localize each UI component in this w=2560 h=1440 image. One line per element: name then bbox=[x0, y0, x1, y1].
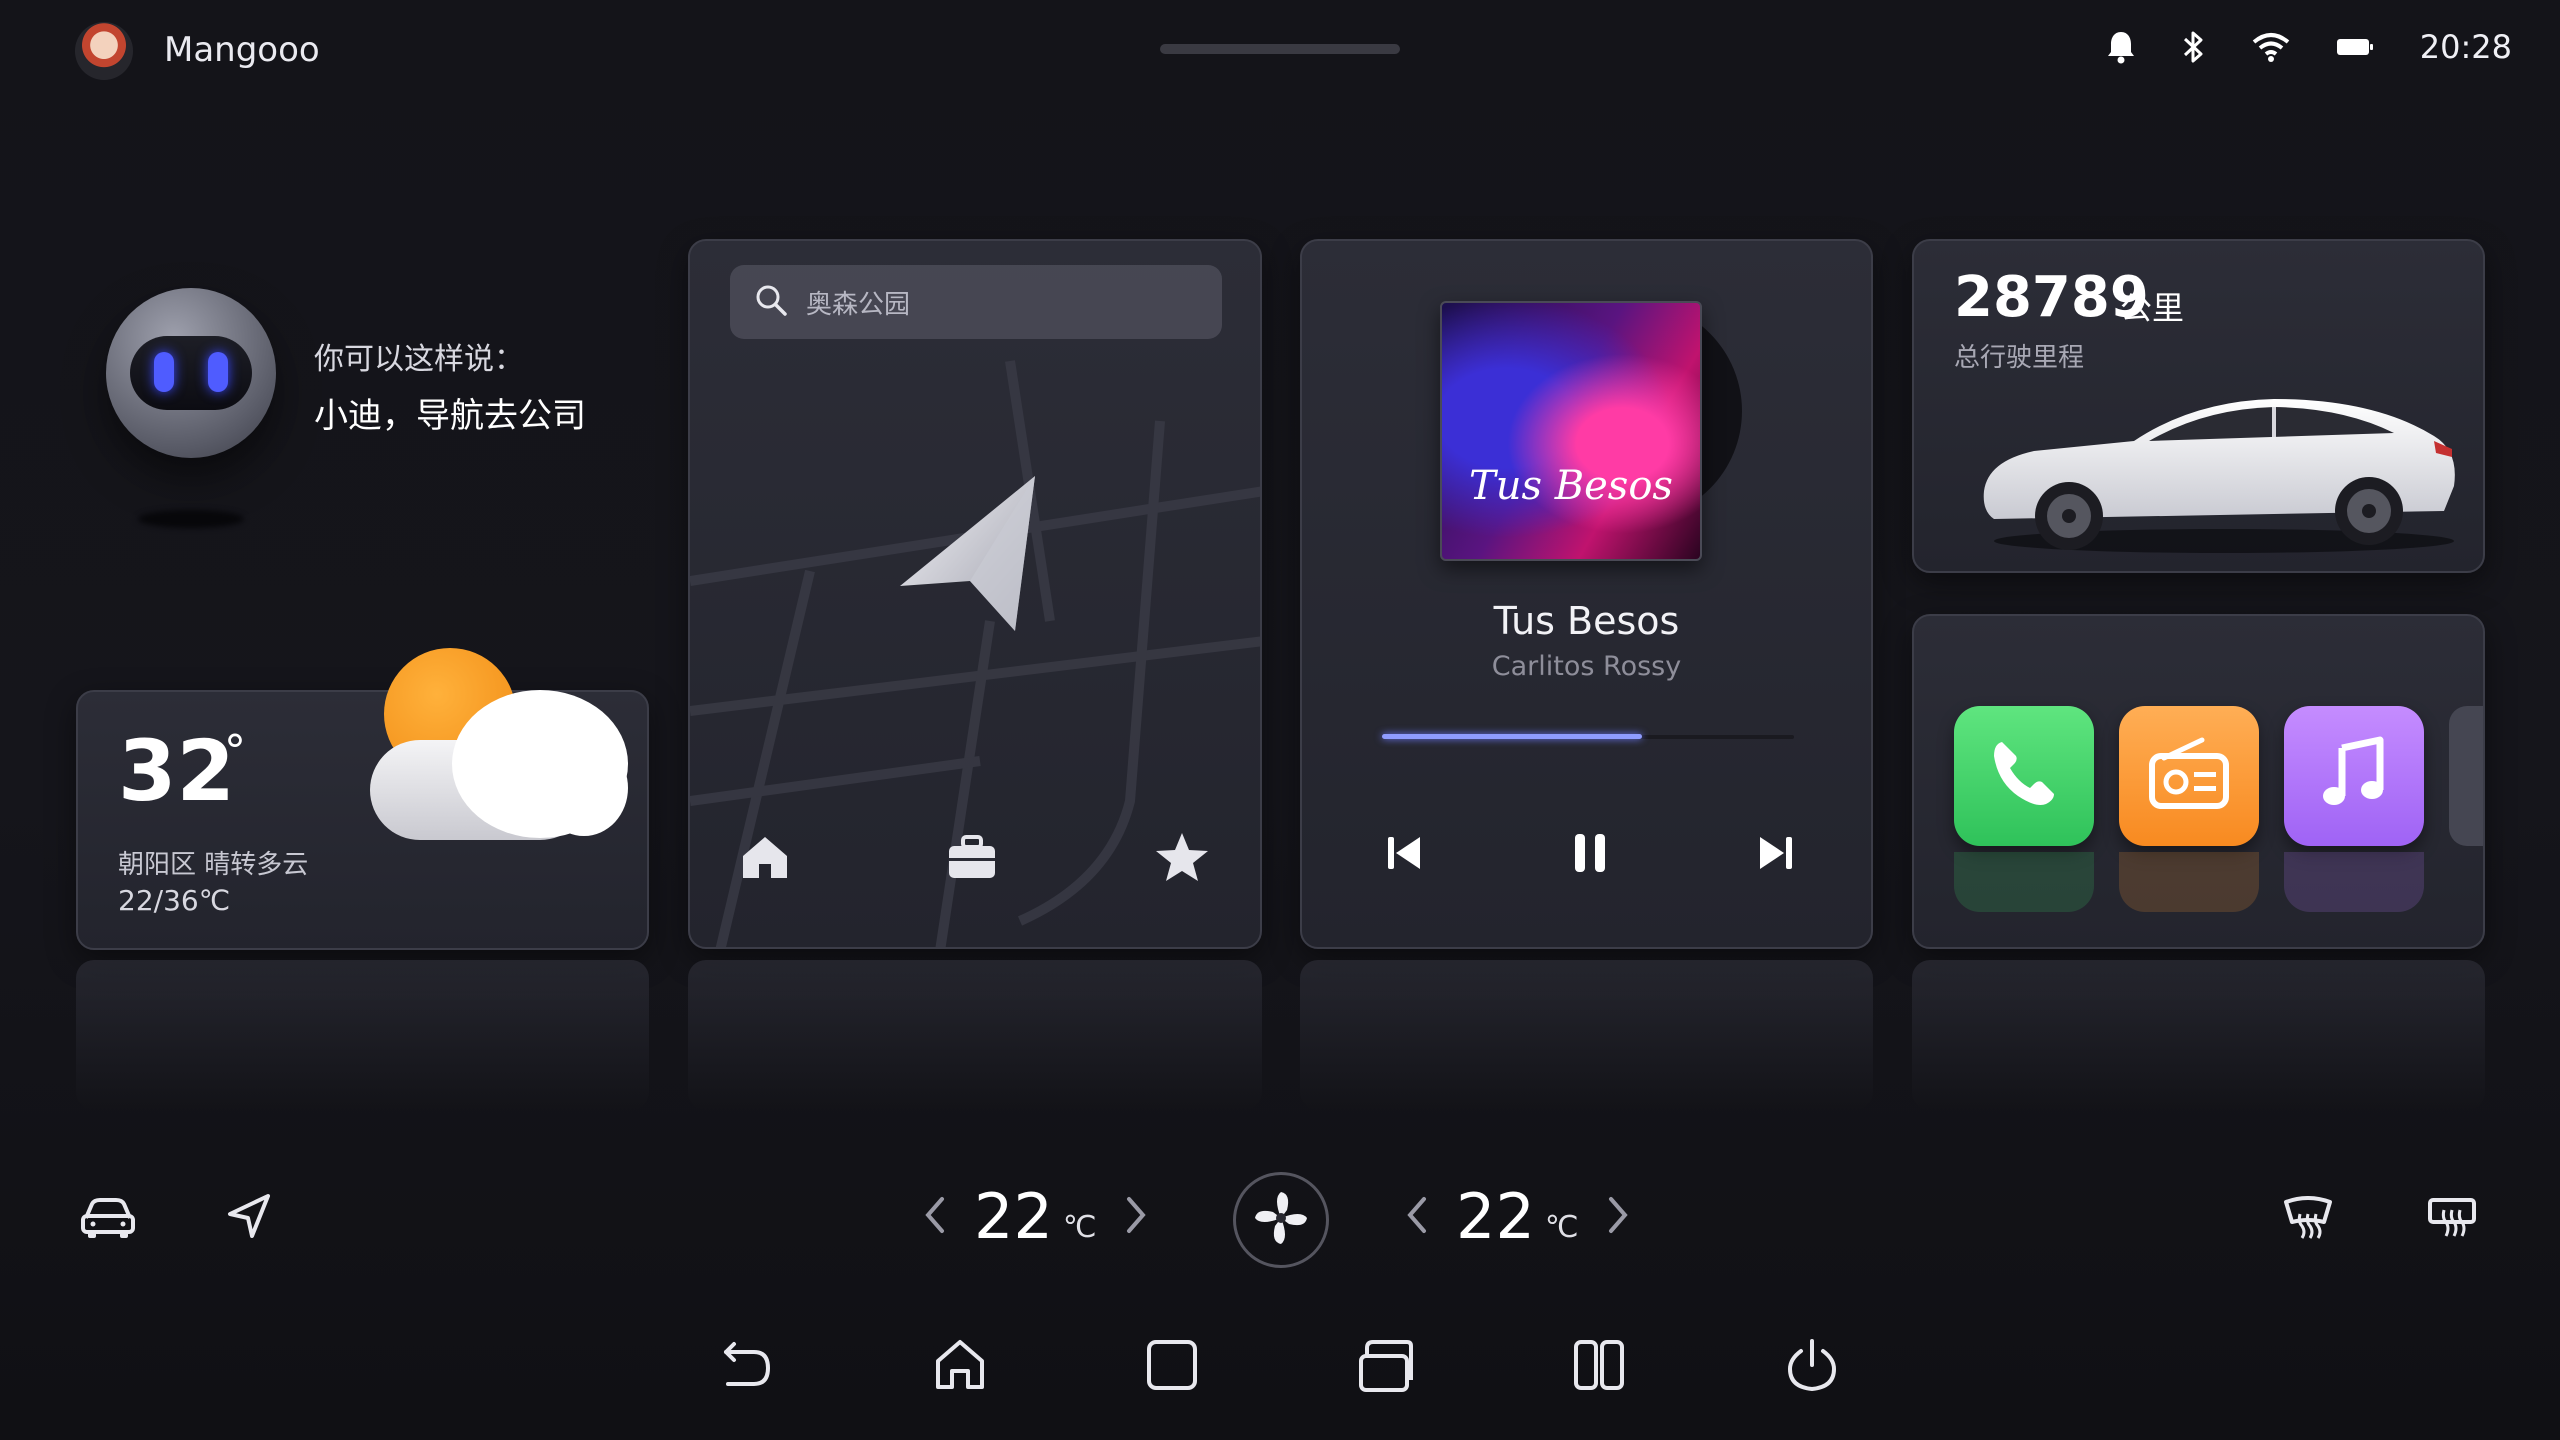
song-artist: Carlitos Rossy bbox=[1491, 651, 1682, 682]
music-card-reflection bbox=[1300, 960, 1873, 1110]
navigation-icon[interactable] bbox=[226, 1192, 274, 1244]
music-app-reflection bbox=[2284, 852, 2424, 912]
next-app-peek[interactable] bbox=[2449, 706, 2483, 846]
right-temp-value: 22 bbox=[1456, 1180, 1535, 1253]
odometer-unit: 公里 bbox=[2120, 289, 2185, 327]
next-icon[interactable] bbox=[1756, 833, 1796, 877]
robot-eye-right bbox=[208, 352, 228, 392]
home-icon[interactable] bbox=[740, 834, 790, 884]
phone-app[interactable] bbox=[1954, 706, 2094, 846]
apps-card-reflection bbox=[1912, 960, 2485, 1110]
user-name: Mangooo bbox=[164, 30, 320, 70]
back-icon[interactable] bbox=[720, 1338, 774, 1396]
right-temp-unit: ℃ bbox=[1544, 1210, 1579, 1245]
car-image bbox=[1983, 399, 2455, 553]
home-nav-icon[interactable] bbox=[932, 1337, 988, 1397]
robot-shadow bbox=[138, 510, 244, 528]
voice-assistant-avatar[interactable] bbox=[106, 288, 276, 458]
briefcase-icon[interactable] bbox=[946, 834, 998, 884]
left-temp-increase-icon[interactable] bbox=[1123, 1195, 1149, 1239]
navigation-arrow-icon bbox=[890, 471, 1060, 645]
left-temp-unit: ℃ bbox=[1062, 1210, 1097, 1245]
search-icon bbox=[754, 283, 788, 321]
weather-description: 朝阳区 晴转多云 bbox=[118, 850, 309, 880]
pause-icon[interactable] bbox=[1570, 831, 1610, 879]
left-temp-value: 22 bbox=[974, 1180, 1053, 1253]
weather-temperature: 32 bbox=[118, 722, 235, 820]
right-temp-increase-icon[interactable] bbox=[1605, 1195, 1631, 1239]
navigation-card-reflection bbox=[688, 960, 1262, 1110]
split-screen-icon[interactable] bbox=[1572, 1338, 1626, 1396]
assistant-command: 小迪，导航去公司 bbox=[314, 396, 586, 436]
radio-app-reflection bbox=[2119, 852, 2259, 912]
system-nav-bar bbox=[720, 1336, 1840, 1398]
phone-app-reflection bbox=[1954, 852, 2094, 912]
navigation-card[interactable]: 奥森公园 bbox=[688, 239, 1262, 949]
odometer-label: 总行驶里程 bbox=[1954, 343, 2085, 373]
power-icon[interactable] bbox=[1784, 1337, 1840, 1397]
apps-card bbox=[1912, 614, 2485, 949]
drag-handle[interactable] bbox=[1160, 44, 1400, 54]
status-icons: 20:28 bbox=[2106, 28, 2512, 66]
nav-shortcuts bbox=[740, 831, 1210, 887]
weather-degree: ° bbox=[224, 726, 246, 777]
search-input[interactable]: 奥森公园 bbox=[806, 284, 910, 321]
phone-icon bbox=[1984, 734, 2064, 818]
weather-range: 22/36℃ bbox=[118, 884, 231, 917]
recent-apps-icon[interactable] bbox=[1357, 1336, 1415, 1398]
playback-progress-fill bbox=[1382, 734, 1642, 739]
fan-button[interactable] bbox=[1233, 1172, 1329, 1268]
overview-icon[interactable] bbox=[1145, 1338, 1199, 1396]
nav-search-bar[interactable]: 奥森公园 bbox=[730, 265, 1222, 339]
previous-icon[interactable] bbox=[1384, 833, 1424, 877]
left-temp-decrease-icon[interactable] bbox=[922, 1195, 948, 1239]
user-avatar[interactable] bbox=[75, 22, 133, 80]
battery-icon bbox=[2336, 36, 2374, 58]
car-icon[interactable] bbox=[80, 1196, 136, 1244]
weather-card-reflection bbox=[76, 960, 649, 1110]
right-temperature-control: 22 ℃ bbox=[1404, 1180, 1631, 1253]
rear-defrost-icon[interactable] bbox=[2426, 1196, 2478, 1244]
playback-progress[interactable] bbox=[1382, 734, 1794, 739]
right-temp-decrease-icon[interactable] bbox=[1404, 1195, 1430, 1239]
star-icon[interactable] bbox=[1154, 831, 1210, 887]
front-defrost-icon[interactable] bbox=[2282, 1196, 2334, 1244]
radio-app[interactable] bbox=[2119, 706, 2259, 846]
album-cover-text: Tus Besos bbox=[1469, 463, 1673, 509]
radio-icon bbox=[2144, 734, 2234, 818]
music-note-icon bbox=[2314, 734, 2394, 818]
wifi-icon bbox=[2252, 32, 2290, 62]
left-temperature-control: 22 ℃ bbox=[922, 1180, 1149, 1253]
fan-icon bbox=[1251, 1188, 1311, 1252]
clock: 20:28 bbox=[2419, 28, 2512, 66]
assistant-hint: 你可以这样说： bbox=[314, 342, 524, 377]
robot-eye-left bbox=[154, 352, 174, 392]
playback-controls bbox=[1384, 831, 1796, 879]
album-cover[interactable]: Tus Besos bbox=[1440, 301, 1702, 561]
cloud-front-shape-2 bbox=[540, 740, 628, 836]
bluetooth-icon bbox=[2182, 30, 2206, 64]
bell-icon bbox=[2106, 30, 2136, 64]
song-title: Tus Besos bbox=[1493, 599, 1680, 643]
vehicle-card[interactable]: 28789 公里 总行驶里程 bbox=[1912, 239, 2485, 573]
music-app[interactable] bbox=[2284, 706, 2424, 846]
music-card[interactable]: Tus Besos Tus Besos Carlitos Rossy bbox=[1300, 239, 1873, 949]
robot-face bbox=[130, 336, 252, 410]
